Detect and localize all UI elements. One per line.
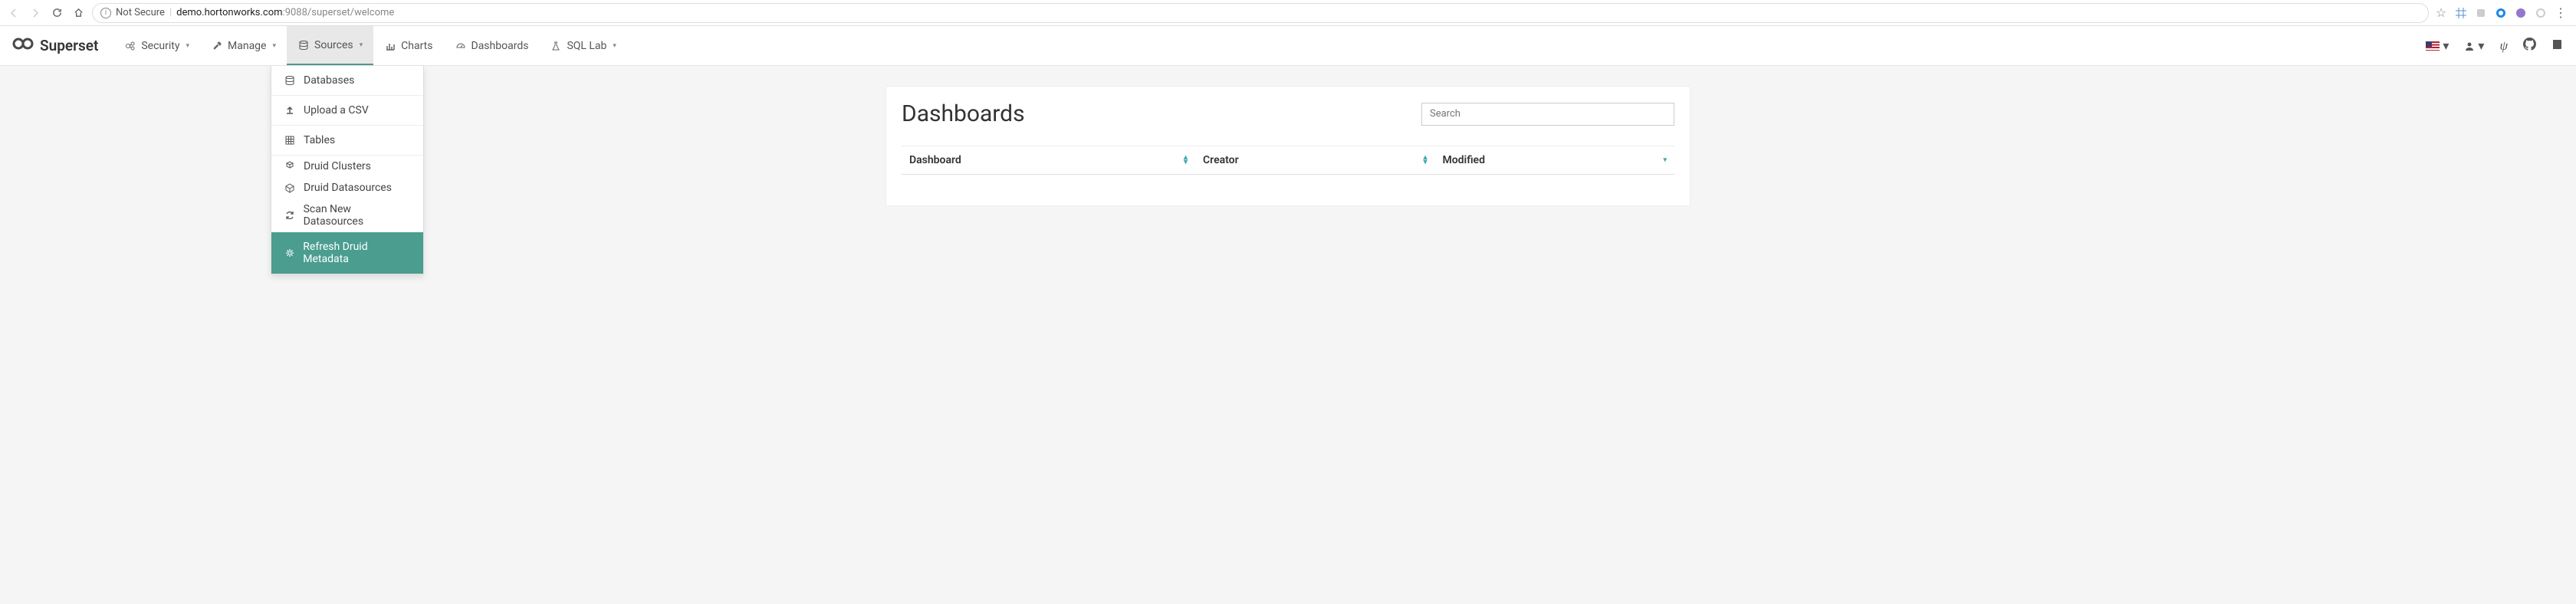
dropdown-databases-label: Databases: [304, 74, 354, 87]
dropdown-databases[interactable]: Databases: [271, 66, 423, 96]
search-input[interactable]: [1421, 103, 1674, 126]
flask-icon: [550, 41, 562, 51]
psi-icon[interactable]: ψ: [2499, 38, 2508, 54]
chevron-down-icon: ▾: [360, 41, 363, 49]
gear-icon: [284, 248, 295, 258]
sort-icon: ▴▾: [1423, 156, 1427, 165]
main-content: Dashboards Dashboard ▴▾ Creator ▴▾ Modif…: [886, 86, 1691, 206]
upload-icon: [284, 105, 296, 116]
nav-charts-label: Charts: [401, 40, 432, 52]
dropdown-upload-csv-label: Upload a CSV: [304, 104, 369, 117]
dropdown-druid-clusters-label: Druid Clusters: [304, 160, 371, 172]
table-header: Dashboard ▴▾ Creator ▴▾ Modified ▾: [902, 146, 1674, 175]
dropdown-druid-clusters[interactable]: Druid Clusters: [271, 156, 423, 177]
dropdown-refresh-druid-label: Refresh Druid Metadata: [303, 241, 411, 265]
cube-icon: [284, 182, 296, 193]
book-icon[interactable]: [2551, 38, 2564, 54]
flag-us-icon: [2426, 41, 2440, 51]
dropdown-refresh-druid[interactable]: Refresh Druid Metadata: [271, 232, 423, 274]
nav-dashboards-label: Dashboards: [472, 40, 529, 52]
nav-manage[interactable]: Manage ▾: [200, 26, 287, 65]
database-icon: [284, 75, 296, 86]
circle-icon-blue[interactable]: [2495, 7, 2507, 19]
column-dashboard-label: Dashboard: [909, 154, 961, 166]
brand[interactable]: Superset: [12, 36, 98, 55]
dropdown-upload-csv[interactable]: Upload a CSV: [271, 96, 423, 126]
menu-icon[interactable]: ⋮: [2555, 7, 2567, 19]
brand-label: Superset: [40, 37, 98, 54]
cubes-icon: [284, 161, 296, 172]
address-bar[interactable]: i Not Secure | demo.hortonworks.com:9088…: [92, 3, 2429, 23]
github-icon[interactable]: [2523, 38, 2536, 54]
column-modified-label: Modified: [1443, 154, 1485, 166]
wrench-icon: [211, 41, 223, 51]
info-icon[interactable]: i: [100, 8, 111, 18]
dropdown-druid-datasources[interactable]: Druid Datasources: [271, 177, 423, 199]
nav-security[interactable]: Security ▾: [113, 26, 200, 65]
nav-sources-label: Sources: [314, 39, 353, 51]
database-icon: [297, 40, 310, 51]
sort-icon: ▴▾: [1184, 156, 1188, 165]
dropdown-druid-datasources-label: Druid Datasources: [304, 182, 392, 194]
chevron-down-icon: ▾: [272, 42, 276, 50]
dashboard-icon: [455, 41, 467, 51]
url-path: /superset/welcome: [307, 7, 394, 18]
chevron-down-icon: ▾: [186, 42, 189, 50]
app-navbar: Superset Security ▾ Manage ▾ Sources ▾: [0, 26, 2576, 66]
dropdown-scan-new-label: Scan New Datasources: [304, 203, 411, 228]
chart-icon: [384, 41, 396, 51]
url-host: demo.hortonworks.com: [176, 7, 282, 18]
circle-icon-purple[interactable]: [2515, 7, 2527, 19]
chevron-down-icon: ▾: [2443, 38, 2449, 53]
dropdown-scan-new[interactable]: Scan New Datasources: [271, 199, 423, 232]
nav-manage-label: Manage: [228, 40, 266, 52]
url-port: :9088: [283, 7, 307, 18]
lock-icon: [124, 41, 136, 51]
chevron-down-icon: ▾: [2478, 38, 2484, 53]
crop-icon[interactable]: [2455, 7, 2467, 19]
dropdown-tables-label: Tables: [304, 134, 335, 146]
nav-sqllab-label: SQL Lab: [567, 40, 606, 52]
dropdown-tables[interactable]: Tables: [271, 126, 423, 156]
star-icon[interactable]: ☆: [2435, 7, 2447, 19]
not-secure-label: Not Secure: [116, 7, 165, 18]
extension-icon[interactable]: [2475, 7, 2487, 19]
nav-charts[interactable]: Charts: [373, 26, 443, 65]
column-dashboard[interactable]: Dashboard ▴▾: [902, 154, 1195, 166]
column-creator-label: Creator: [1203, 154, 1239, 166]
sort-down-icon: ▾: [1663, 156, 1667, 164]
page-title: Dashboards: [902, 100, 1025, 127]
home-button[interactable]: [71, 5, 86, 21]
sources-dropdown: Databases Upload a CSV Tables Druid Clus…: [271, 66, 424, 274]
column-creator[interactable]: Creator ▴▾: [1195, 154, 1434, 166]
brand-logo-icon: [12, 36, 34, 55]
language-selector[interactable]: ▾: [2426, 38, 2449, 53]
forward-button[interactable]: [28, 5, 43, 21]
refresh-icon: [284, 210, 296, 221]
nav-dashboards[interactable]: Dashboards: [444, 26, 540, 65]
nav-sqllab[interactable]: SQL Lab ▾: [539, 26, 627, 65]
nav-sources[interactable]: Sources ▾: [287, 26, 373, 65]
user-menu[interactable]: ▾: [2464, 38, 2484, 53]
table-icon: [284, 135, 296, 146]
browser-toolbar: i Not Secure | demo.hortonworks.com:9088…: [0, 0, 2576, 26]
column-modified[interactable]: Modified ▾: [1435, 154, 1674, 166]
chevron-down-icon: ▾: [613, 42, 616, 50]
nav-security-label: Security: [141, 40, 179, 52]
reload-button[interactable]: [49, 5, 64, 21]
circle-icon-grey[interactable]: [2535, 7, 2547, 19]
user-icon: [2464, 41, 2475, 51]
back-button[interactable]: [6, 5, 21, 21]
